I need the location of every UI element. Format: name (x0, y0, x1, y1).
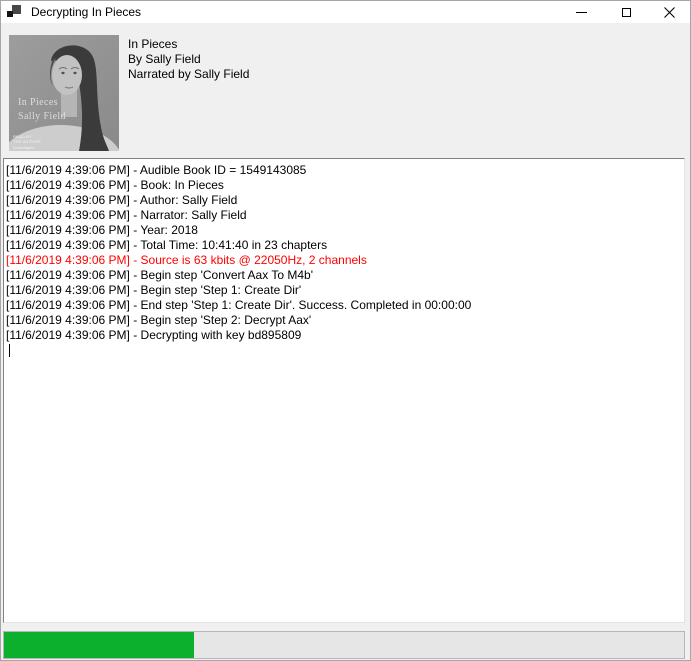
progress-fill (4, 632, 194, 658)
book-info: In Pieces By Sally Field Narrated by Sal… (128, 37, 249, 82)
close-icon (664, 7, 675, 18)
progress-bar (3, 631, 685, 659)
log-lines: [11/6/2019 4:39:06 PM] - Audible Book ID… (6, 163, 681, 343)
log-line: [11/6/2019 4:39:06 PM] - Narrator: Sally… (6, 208, 681, 223)
maximize-button[interactable] (604, 1, 649, 23)
log-line: [11/6/2019 4:39:06 PM] - Total Time: 10:… (6, 238, 681, 253)
log-line: [11/6/2019 4:39:06 PM] - Audible Book ID… (6, 163, 681, 178)
log-line: [11/6/2019 4:39:06 PM] - Author: Sally F… (6, 193, 681, 208)
log-line: [11/6/2019 4:39:06 PM] - Begin step 'Con… (6, 268, 681, 283)
log-line: [11/6/2019 4:39:06 PM] - Begin step 'Ste… (6, 313, 681, 328)
window-controls (559, 1, 690, 23)
minimize-icon (576, 12, 587, 13)
app-icon-square-large (12, 5, 21, 14)
log-line: [11/6/2019 4:39:06 PM] - End step 'Step … (6, 298, 681, 313)
cover-title-text: In Pieces (18, 97, 58, 108)
cover-read-by-badge: Read by the author (13, 134, 41, 144)
window: Decrypting In Pieces (0, 0, 691, 661)
log-line: [11/6/2019 4:39:06 PM] - Source is 63 kb… (6, 253, 681, 268)
close-button[interactable] (649, 1, 690, 23)
log-line: [11/6/2019 4:39:06 PM] - Year: 2018 (6, 223, 681, 238)
app-icon-square-small (7, 11, 13, 17)
log-line: [11/6/2019 4:39:06 PM] - Book: In Pieces (6, 178, 681, 193)
app-icon[interactable] (7, 4, 23, 20)
log-line: [11/6/2019 4:39:06 PM] - Decrypting with… (6, 328, 681, 343)
maximize-icon (622, 8, 631, 17)
cover-unabridged-text: Unabridged (13, 145, 34, 150)
book-cover-image: In Pieces Sally Field Read by the author… (9, 35, 119, 151)
book-narrator: Narrated by Sally Field (128, 67, 249, 82)
minimize-button[interactable] (559, 1, 604, 23)
book-title: In Pieces (128, 37, 249, 52)
window-title: Decrypting In Pieces (31, 5, 141, 19)
log-line: [11/6/2019 4:39:06 PM] - Begin step 'Ste… (6, 283, 681, 298)
text-caret (9, 344, 10, 357)
cover-author-text: Sally Field (18, 111, 66, 122)
title-bar: Decrypting In Pieces (1, 1, 690, 23)
log-textbox[interactable]: [11/6/2019 4:39:06 PM] - Audible Book ID… (3, 158, 685, 623)
book-author: By Sally Field (128, 52, 249, 67)
